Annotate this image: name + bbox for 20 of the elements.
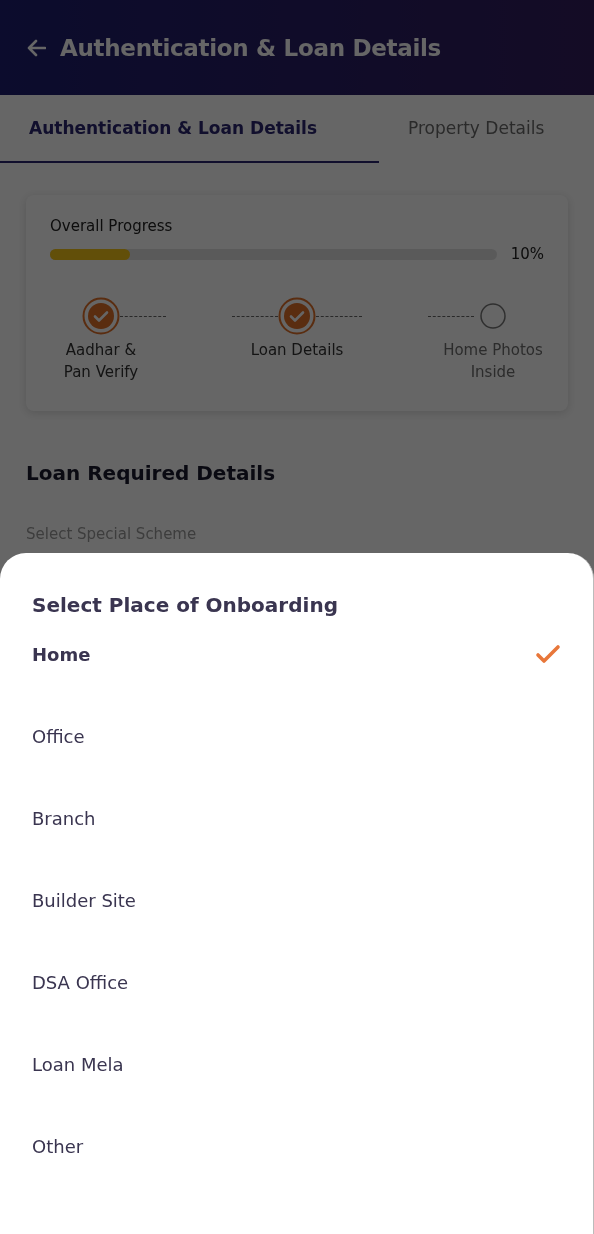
sheet-title: Select Place of Onboarding bbox=[32, 593, 339, 619]
option-item[interactable]: Loan Mela bbox=[32, 1023, 561, 1105]
option-item[interactable]: Office bbox=[32, 695, 561, 777]
option-item[interactable]: Other bbox=[32, 1105, 561, 1187]
progress-label: Overall Progress bbox=[50, 217, 174, 235]
progress-percent: 10% bbox=[510, 245, 544, 263]
connector-line bbox=[316, 315, 362, 317]
step-label: Home Photos Inside bbox=[443, 340, 543, 383]
connector-line bbox=[232, 315, 278, 317]
step-label: Aadhar & Pan Verify bbox=[63, 340, 139, 383]
screen-title: Authentication & Loan Details bbox=[60, 34, 441, 61]
back-arrow-icon[interactable] bbox=[26, 38, 46, 57]
step-label: Loan Details bbox=[250, 340, 344, 361]
option-item[interactable]: DSA Office bbox=[32, 941, 561, 1023]
option-item[interactable]: Builder Site bbox=[32, 859, 561, 941]
checkmark-icon bbox=[535, 644, 561, 664]
connector-line bbox=[120, 315, 166, 317]
section-title: Loan Required Details bbox=[26, 461, 277, 485]
option-item[interactable]: Branch bbox=[32, 777, 561, 859]
connector-line bbox=[428, 315, 474, 317]
